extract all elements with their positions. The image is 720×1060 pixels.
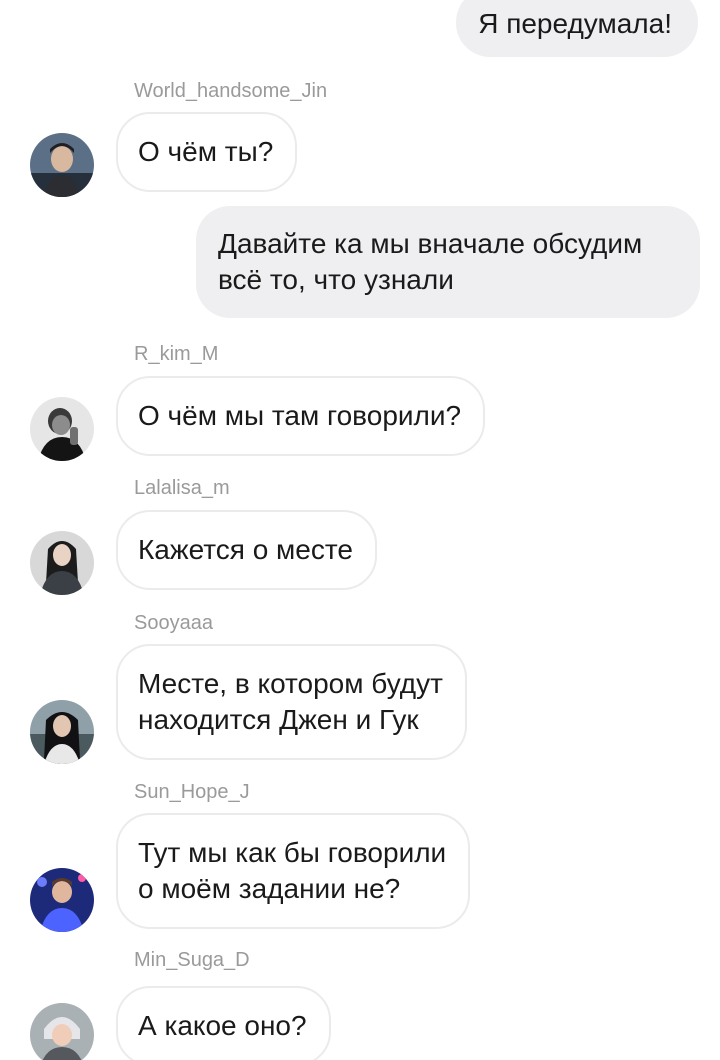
user-avatar[interactable]	[30, 868, 94, 932]
user-avatar[interactable]	[30, 1003, 94, 1060]
incoming-message-bubble[interactable]: О чём мы там говорили?	[116, 376, 486, 456]
avatar-photo-icon	[30, 1003, 94, 1060]
sender-name: Min_Suga_D	[134, 949, 250, 971]
user-avatar[interactable]	[30, 133, 94, 197]
sender-name: Sun_Hope_J	[134, 781, 250, 803]
sender-name: Lalalisa_m	[134, 477, 230, 499]
incoming-message-bubble[interactable]: А какое оно?	[116, 986, 331, 1060]
incoming-message-bubble[interactable]: Кажется о месте	[116, 510, 377, 590]
avatar-photo-icon	[30, 133, 94, 197]
outgoing-message-bubble[interactable]: Давайте ка мы вначале обсудим всё то, чт…	[196, 206, 700, 318]
avatar-photo-icon	[30, 868, 94, 932]
incoming-message-bubble[interactable]: Тут мы как бы говорили о моём задании не…	[116, 813, 471, 929]
user-avatar[interactable]	[30, 531, 94, 595]
avatar-photo-icon	[30, 700, 94, 764]
incoming-message-bubble[interactable]: О чём ты?	[116, 112, 298, 192]
outgoing-message-bubble[interactable]: Я передумала!	[456, 0, 698, 57]
avatar-photo-icon	[30, 531, 94, 595]
sender-name: Sooyaaa	[134, 612, 213, 634]
chat-thread[interactable]: Я передумала! World_handsome_Jin О чём т…	[0, 0, 720, 1060]
user-avatar[interactable]	[30, 700, 94, 764]
incoming-message-bubble[interactable]: Месте, в котором будут находится Джен и …	[116, 644, 467, 760]
user-avatar[interactable]	[30, 397, 94, 461]
sender-name: R_kim_M	[134, 343, 219, 365]
avatar-photo-icon	[30, 397, 94, 461]
sender-name: World_handsome_Jin	[134, 80, 328, 102]
